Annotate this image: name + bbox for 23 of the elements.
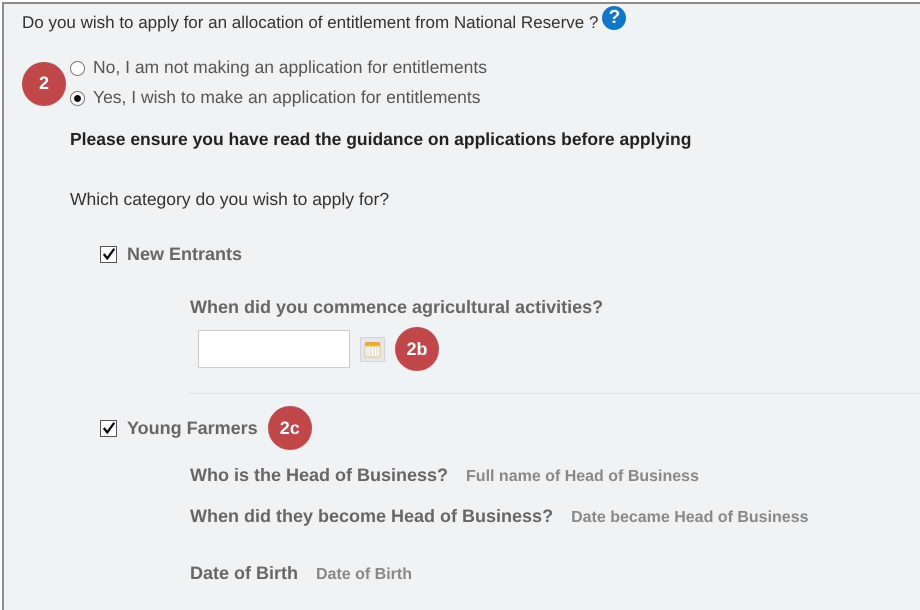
step-badge: 2b: [395, 327, 439, 371]
field-value: Date of Birth: [316, 565, 412, 585]
checkbox-label: New Entrants: [127, 242, 242, 266]
checkbox[interactable]: [100, 420, 117, 436]
question-label: When did you commence agricultural activities?: [190, 296, 604, 319]
help-icon[interactable]: ?: [602, 6, 626, 30]
step-badge: 2: [22, 62, 66, 106]
field-value: Date became Head of Business: [571, 508, 808, 528]
field-label: Date of Birth: [190, 562, 298, 585]
radio-button[interactable]: [70, 61, 85, 76]
step-badge: 2c: [268, 406, 312, 450]
checkbox[interactable]: [100, 246, 117, 262]
field-label: When did they become Head of Business?: [190, 505, 554, 528]
radio-button[interactable]: [70, 91, 85, 106]
guidance-text: Please ensure you have read the guidance on applications before applying: [70, 128, 692, 151]
field-value: Full name of Head of Business: [466, 467, 699, 487]
category-prompt: Which category do you wish to apply for?: [70, 188, 390, 211]
date-field[interactable]: [198, 330, 350, 368]
radio-label: Yes, I wish to make an application for entitlements: [93, 86, 480, 109]
checkbox-label: Young Farmers: [127, 416, 258, 440]
field-label: Who is the Head of Business?: [190, 464, 448, 487]
question-text: Do you wish to apply for an allocation of entitlement from National Reserve ?: [22, 12, 598, 34]
radio-label: No, I am not making an application for entitlements: [93, 56, 487, 79]
